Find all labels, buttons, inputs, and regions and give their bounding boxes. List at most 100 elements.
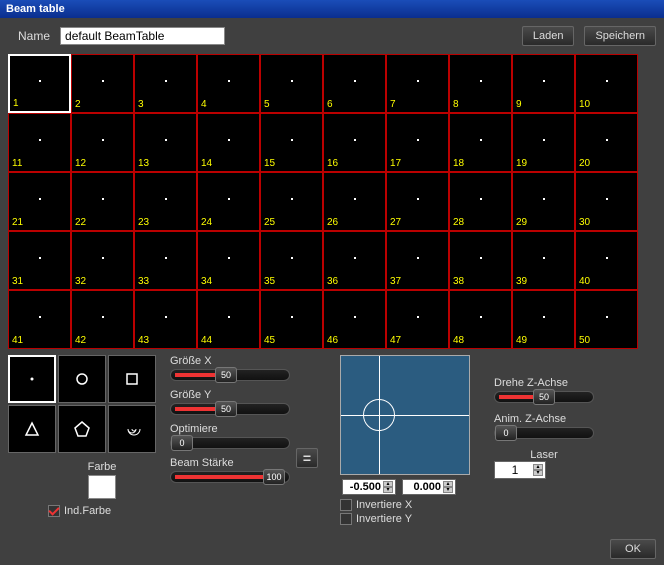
beam-cell[interactable]: 5 xyxy=(260,54,323,113)
beam-cell[interactable]: 1 xyxy=(8,54,71,113)
beam-cell[interactable]: 32 xyxy=(71,231,134,290)
beam-cell[interactable]: 35 xyxy=(260,231,323,290)
crosshair-h xyxy=(341,415,469,416)
y-down-icon[interactable]: ▾ xyxy=(443,487,453,493)
beam-cell[interactable]: 39 xyxy=(512,231,575,290)
beam-cell[interactable]: 42 xyxy=(71,290,134,349)
cell-number: 35 xyxy=(264,276,275,287)
beam-cell[interactable]: 14 xyxy=(197,113,260,172)
square-shape[interactable] xyxy=(108,355,156,403)
beam-cell[interactable]: 21 xyxy=(8,172,71,231)
cell-number: 49 xyxy=(516,335,527,346)
dot-icon xyxy=(228,80,230,82)
beam-strength-thumb[interactable]: 100 xyxy=(263,469,285,485)
name-input[interactable] xyxy=(60,27,225,45)
beam-cell[interactable]: 4 xyxy=(197,54,260,113)
beam-cell[interactable]: 33 xyxy=(134,231,197,290)
beam-cell[interactable]: 27 xyxy=(386,172,449,231)
beam-cell[interactable]: 6 xyxy=(323,54,386,113)
laser-down-icon[interactable]: ▾ xyxy=(533,470,543,476)
cell-number: 41 xyxy=(12,335,23,346)
beam-cell[interactable]: 22 xyxy=(71,172,134,231)
beam-strength-slider[interactable]: 100 xyxy=(170,471,290,483)
invert-x-checkbox[interactable] xyxy=(340,499,352,511)
beam-cell[interactable]: 19 xyxy=(512,113,575,172)
optimize-thumb[interactable]: 0 xyxy=(171,435,193,451)
beam-cell[interactable]: 10 xyxy=(575,54,638,113)
dot-icon xyxy=(228,198,230,200)
circle-shape[interactable] xyxy=(58,355,106,403)
y-coord-value: 0.000 xyxy=(405,481,443,493)
size-y-slider[interactable]: 50 xyxy=(170,403,290,415)
beam-cell[interactable]: 44 xyxy=(197,290,260,349)
dot-icon xyxy=(228,257,230,259)
beam-cell[interactable]: 48 xyxy=(449,290,512,349)
beam-cell[interactable]: 20 xyxy=(575,113,638,172)
beam-cell[interactable]: 16 xyxy=(323,113,386,172)
load-button[interactable]: Laden xyxy=(522,26,575,46)
beam-cell[interactable]: 36 xyxy=(323,231,386,290)
size-x-thumb[interactable]: 50 xyxy=(215,367,237,383)
rotate-z-slider[interactable]: 50 xyxy=(494,391,594,403)
beam-cell[interactable]: 47 xyxy=(386,290,449,349)
invert-y-checkbox[interactable] xyxy=(340,513,352,525)
beam-cell[interactable]: 3 xyxy=(134,54,197,113)
beam-cell[interactable]: 43 xyxy=(134,290,197,349)
cell-number: 19 xyxy=(516,158,527,169)
beam-cell[interactable]: 38 xyxy=(449,231,512,290)
beam-cell[interactable]: 7 xyxy=(386,54,449,113)
beam-cell[interactable]: 41 xyxy=(8,290,71,349)
beam-cell[interactable]: 49 xyxy=(512,290,575,349)
beam-cell[interactable]: 45 xyxy=(260,290,323,349)
cell-number: 14 xyxy=(201,158,212,169)
beam-cell[interactable]: 23 xyxy=(134,172,197,231)
size-x-slider[interactable]: 50 xyxy=(170,369,290,381)
beam-cell[interactable]: 15 xyxy=(260,113,323,172)
x-down-icon[interactable]: ▾ xyxy=(383,487,393,493)
pentagon-shape[interactable] xyxy=(58,405,106,453)
beam-cell[interactable]: 28 xyxy=(449,172,512,231)
optimize-slider[interactable]: 0 xyxy=(170,437,290,449)
beam-cell[interactable]: 8 xyxy=(449,54,512,113)
cell-number: 26 xyxy=(327,217,338,228)
color-swatch[interactable] xyxy=(88,475,116,499)
beam-cell[interactable]: 12 xyxy=(71,113,134,172)
dot-shape[interactable] xyxy=(8,355,56,403)
dot-icon xyxy=(102,80,104,82)
rotate-z-thumb[interactable]: 50 xyxy=(533,389,555,405)
laser-spinner[interactable]: 1 ▴ ▾ xyxy=(494,461,546,479)
beam-cell[interactable]: 25 xyxy=(260,172,323,231)
beam-cell[interactable]: 46 xyxy=(323,290,386,349)
cell-number: 7 xyxy=(390,99,396,110)
beam-cell[interactable]: 31 xyxy=(8,231,71,290)
anim-z-thumb[interactable]: 0 xyxy=(495,425,517,441)
beam-cell[interactable]: 11 xyxy=(8,113,71,172)
xy-preview[interactable] xyxy=(340,355,470,475)
beam-cell[interactable]: 40 xyxy=(575,231,638,290)
equal-xy-button[interactable]: = xyxy=(296,448,318,468)
save-button[interactable]: Speichern xyxy=(584,26,656,46)
beam-cell[interactable]: 9 xyxy=(512,54,575,113)
beam-cell[interactable]: 26 xyxy=(323,172,386,231)
size-y-thumb[interactable]: 50 xyxy=(215,401,237,417)
beam-cell[interactable]: 37 xyxy=(386,231,449,290)
dot-icon xyxy=(480,198,482,200)
beam-cell[interactable]: 13 xyxy=(134,113,197,172)
ind-color-label: Ind.Farbe xyxy=(64,505,111,517)
beam-cell[interactable]: 17 xyxy=(386,113,449,172)
beam-cell[interactable]: 50 xyxy=(575,290,638,349)
ok-button[interactable]: OK xyxy=(610,539,656,559)
anim-z-slider[interactable]: 0 xyxy=(494,427,594,439)
beam-cell[interactable]: 29 xyxy=(512,172,575,231)
triangle-shape[interactable] xyxy=(8,405,56,453)
rotate-z-group: Drehe Z-Achse 50 xyxy=(494,377,594,403)
beam-cell[interactable]: 24 xyxy=(197,172,260,231)
beam-cell[interactable]: 2 xyxy=(71,54,134,113)
ind-color-checkbox[interactable] xyxy=(48,505,60,517)
beam-cell[interactable]: 30 xyxy=(575,172,638,231)
spiral-shape[interactable] xyxy=(108,405,156,453)
x-coord-spinner[interactable]: -0.500 ▴ ▾ xyxy=(342,479,396,495)
y-coord-spinner[interactable]: 0.000 ▴ ▾ xyxy=(402,479,456,495)
beam-cell[interactable]: 18 xyxy=(449,113,512,172)
beam-cell[interactable]: 34 xyxy=(197,231,260,290)
